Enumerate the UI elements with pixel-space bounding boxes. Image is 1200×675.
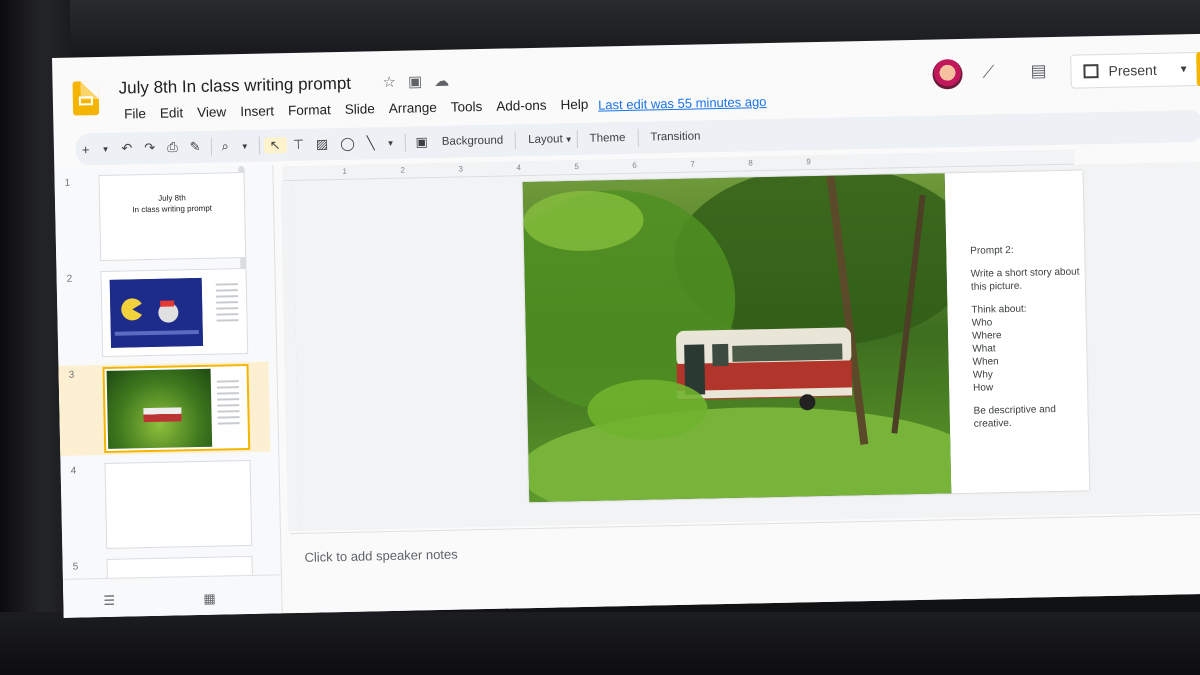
thumbnail-subtitle-text [120, 217, 226, 229]
view-switcher: ☰ ▦ [62, 574, 282, 618]
menu-view[interactable]: View [190, 104, 233, 120]
last-edit-link[interactable]: Last edit was 55 minutes ago [598, 94, 767, 113]
image-icon[interactable]: ▨ [310, 136, 335, 153]
ruler-tick: 5 [574, 161, 579, 172]
activity-trend-icon[interactable]: ⟋ [982, 62, 994, 82]
prompt-body: Write a short story about this picture. [970, 266, 1080, 293]
comments-icon[interactable]: ▤ [1030, 61, 1046, 81]
ruler-tick: 7 [690, 159, 695, 169]
slide-number: 3 [68, 369, 75, 381]
share-button[interactable] [1196, 51, 1200, 87]
text-box-icon[interactable]: ⊤ [286, 137, 310, 153]
new-slide-dropdown-icon[interactable]: ▼ [95, 144, 115, 153]
ruler-tick: 3 [458, 164, 463, 174]
slide-number: 1 [64, 177, 71, 189]
move-folder-icon[interactable]: ▣ [408, 72, 423, 90]
ruler-tick: 2 [400, 165, 405, 175]
abandoned-bus-photo[interactable] [522, 173, 952, 503]
slide-number: 2 [66, 273, 73, 285]
menu-insert[interactable]: Insert [233, 103, 281, 119]
menu-edit[interactable]: Edit [153, 105, 191, 121]
slide-canvas: Prompt 2: Write a short story about this… [292, 161, 1200, 531]
present-label: Present [1108, 61, 1157, 79]
shape-icon[interactable]: ◯ [334, 136, 361, 153]
menu-bar: File Edit View Insert Format Slide Arran… [117, 97, 595, 122]
monitor-bezel-bottom [0, 612, 1200, 675]
thumbnail-title-line2: In class writing prompt [132, 203, 213, 215]
layout-dropdown-icon[interactable]: ▼ [565, 135, 573, 144]
menu-slide[interactable]: Slide [338, 101, 382, 117]
new-slide-icon[interactable]: + [76, 142, 96, 157]
slide-thumbnail-3[interactable] [102, 363, 251, 453]
prompt-title: Prompt 2: [970, 244, 1014, 257]
line-dropdown-icon[interactable]: ▼ [381, 138, 401, 147]
closing-instruction: Be descriptive and creative. [973, 404, 1056, 430]
toolbar-divider [404, 133, 406, 152]
theme-button[interactable]: Theme [581, 132, 633, 145]
present-button[interactable]: Present ▼ [1070, 51, 1200, 89]
paint-format-icon[interactable]: ✎ [183, 139, 206, 155]
title-icons: ☆ ▣ ☁ [382, 72, 449, 91]
thumbnail-text-lines [216, 380, 240, 428]
select-pointer-icon[interactable]: ↖ [263, 137, 287, 154]
slide-number: 4 [70, 465, 77, 477]
present-icon [1083, 64, 1099, 79]
game-scene-image [109, 277, 204, 348]
star-icon[interactable]: ☆ [382, 73, 396, 91]
zoom-icon[interactable]: ⌕ [215, 138, 235, 154]
slide-number: 5 [72, 561, 79, 573]
background-button[interactable]: Background [434, 134, 512, 148]
transition-button[interactable]: Transition [642, 130, 708, 143]
current-slide[interactable]: Prompt 2: Write a short story about this… [522, 170, 1090, 503]
present-dropdown-icon[interactable]: ▼ [1179, 64, 1189, 75]
prompt-text-box[interactable]: Prompt 2: Write a short story about this… [970, 243, 1084, 441]
slide-thumbnail-4[interactable] [104, 459, 253, 549]
document-title[interactable]: July 8th In class writing prompt [118, 74, 351, 99]
menu-help[interactable]: Help [553, 97, 595, 113]
speaker-notes-placeholder[interactable]: Click to add speaker notes [304, 547, 457, 565]
slides-logo-icon[interactable] [72, 81, 100, 116]
print-icon[interactable]: ⎙ [161, 139, 184, 155]
undo-icon[interactable]: ↶ [115, 140, 138, 156]
line-icon[interactable]: ╲ [361, 135, 381, 151]
toolbar-divider [258, 136, 260, 155]
thumbnail-title: July 8th In class writing prompt [100, 191, 244, 216]
ruler-tick: 4 [516, 163, 521, 173]
ruler-tick: 6 [632, 160, 637, 170]
speaker-notes-panel[interactable]: Click to add speaker notes [290, 513, 1200, 615]
user-avatar[interactable] [932, 58, 963, 90]
toolbar-divider [576, 130, 578, 149]
question-how: How [973, 382, 994, 394]
cloud-status-icon[interactable]: ☁ [434, 72, 449, 90]
insert-comment-icon[interactable]: ▣ [409, 134, 434, 151]
toolbar-divider [210, 137, 212, 156]
filmstrip-view-icon[interactable]: ☰ [103, 593, 115, 609]
menu-addons[interactable]: Add-ons [489, 98, 554, 114]
menu-file[interactable]: File [117, 106, 153, 122]
ruler-tick: 1 [342, 166, 347, 176]
menu-format[interactable]: Format [281, 102, 338, 118]
forest-bus-image [522, 173, 952, 503]
redo-icon[interactable]: ↷ [138, 140, 161, 156]
zoom-dropdown-icon[interactable]: ▼ [235, 141, 255, 150]
thumbnail-bus-image [143, 407, 182, 423]
menu-tools[interactable]: Tools [444, 99, 490, 115]
grid-view-icon[interactable]: ▦ [203, 591, 216, 607]
slides-app-window: July 8th In class writing prompt ☆ ▣ ☁ F… [52, 33, 1200, 618]
layout-button[interactable]: Layout [520, 133, 571, 146]
toolbar-divider [514, 131, 517, 150]
thumbnail-image [109, 277, 204, 348]
menu-arrange[interactable]: Arrange [382, 100, 444, 116]
toolbar-divider [637, 128, 639, 147]
slide-filmstrip: 1 July 8th In class writing prompt 2 3 4… [54, 165, 283, 618]
slide-thumbnail-1[interactable]: July 8th In class writing prompt [98, 171, 247, 262]
slide-thumbnail-2[interactable] [100, 267, 249, 358]
ruler-tick: 8 [748, 158, 753, 168]
thumbnail-text-lines [215, 283, 239, 325]
ruler-tick: 9 [806, 157, 811, 167]
